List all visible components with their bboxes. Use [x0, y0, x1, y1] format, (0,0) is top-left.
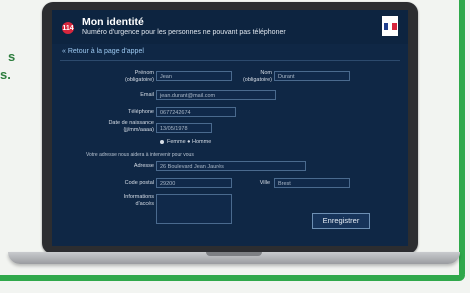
- naissance-label: Date de naissance (jj/mm/aaaa): [108, 120, 154, 133]
- republique-francaise-logo-icon: [382, 16, 398, 36]
- nom-input[interactable]: Durant: [274, 71, 350, 81]
- address-note: Votre adresse nous aidera à intervenir p…: [86, 152, 194, 158]
- laptop-screen: 114 Mon identité Numéro d'urgence pour l…: [52, 10, 408, 246]
- nom-label: Nom (obligatoire): [242, 70, 272, 83]
- green-frame-vertical: [459, 0, 465, 277]
- code-postal-input[interactable]: 29200: [156, 178, 232, 188]
- laptop-bezel: 114 Mon identité Numéro d'urgence pour l…: [42, 2, 418, 254]
- radio-label: Femme ● Homme: [167, 139, 212, 145]
- email-label: Email: [140, 92, 154, 98]
- prenom-label: Prénom (obligatoire): [124, 70, 154, 83]
- infos-textarea[interactable]: [156, 194, 232, 224]
- ville-input[interactable]: Brest: [274, 178, 350, 188]
- divider: [60, 60, 400, 61]
- save-button[interactable]: Enregistrer: [312, 213, 370, 229]
- back-link[interactable]: « Retour à la page d'appel: [62, 48, 144, 55]
- emergency-number-badge: 114: [62, 22, 74, 34]
- page-title: Mon identité: [82, 16, 144, 28]
- side-text: s s.: [0, 48, 16, 84]
- side-text-line-2: s.: [0, 67, 11, 82]
- sexe-radio-group[interactable]: Femme ● Homme: [160, 139, 211, 145]
- ville-label: Ville: [259, 180, 270, 186]
- adresse-label: Adresse: [133, 163, 154, 169]
- email-field[interactable]: jean.durant@mail.com: [156, 90, 276, 100]
- telephone-input[interactable]: 0677242674: [156, 107, 236, 117]
- prenom-input[interactable]: Jean: [156, 71, 232, 81]
- telephone-label: Téléphone: [128, 109, 154, 115]
- naissance-input[interactable]: 13/05/1978: [156, 123, 212, 133]
- green-frame-horizontal: [0, 275, 465, 281]
- adresse-input[interactable]: 26 Boulevard Jean Jaurès: [156, 161, 306, 171]
- laptop-notch: [206, 252, 262, 256]
- infos-label: Informations d'accès: [123, 194, 154, 207]
- app-header: 114 Mon identité Numéro d'urgence pour l…: [52, 10, 408, 44]
- page-subtitle: Numéro d'urgence pour les personnes ne p…: [82, 29, 286, 36]
- radio-icon[interactable]: [160, 139, 164, 144]
- side-text-line-1: s: [8, 49, 16, 64]
- laptop-base: [8, 252, 460, 264]
- code-postal-label: Code postal: [124, 180, 154, 186]
